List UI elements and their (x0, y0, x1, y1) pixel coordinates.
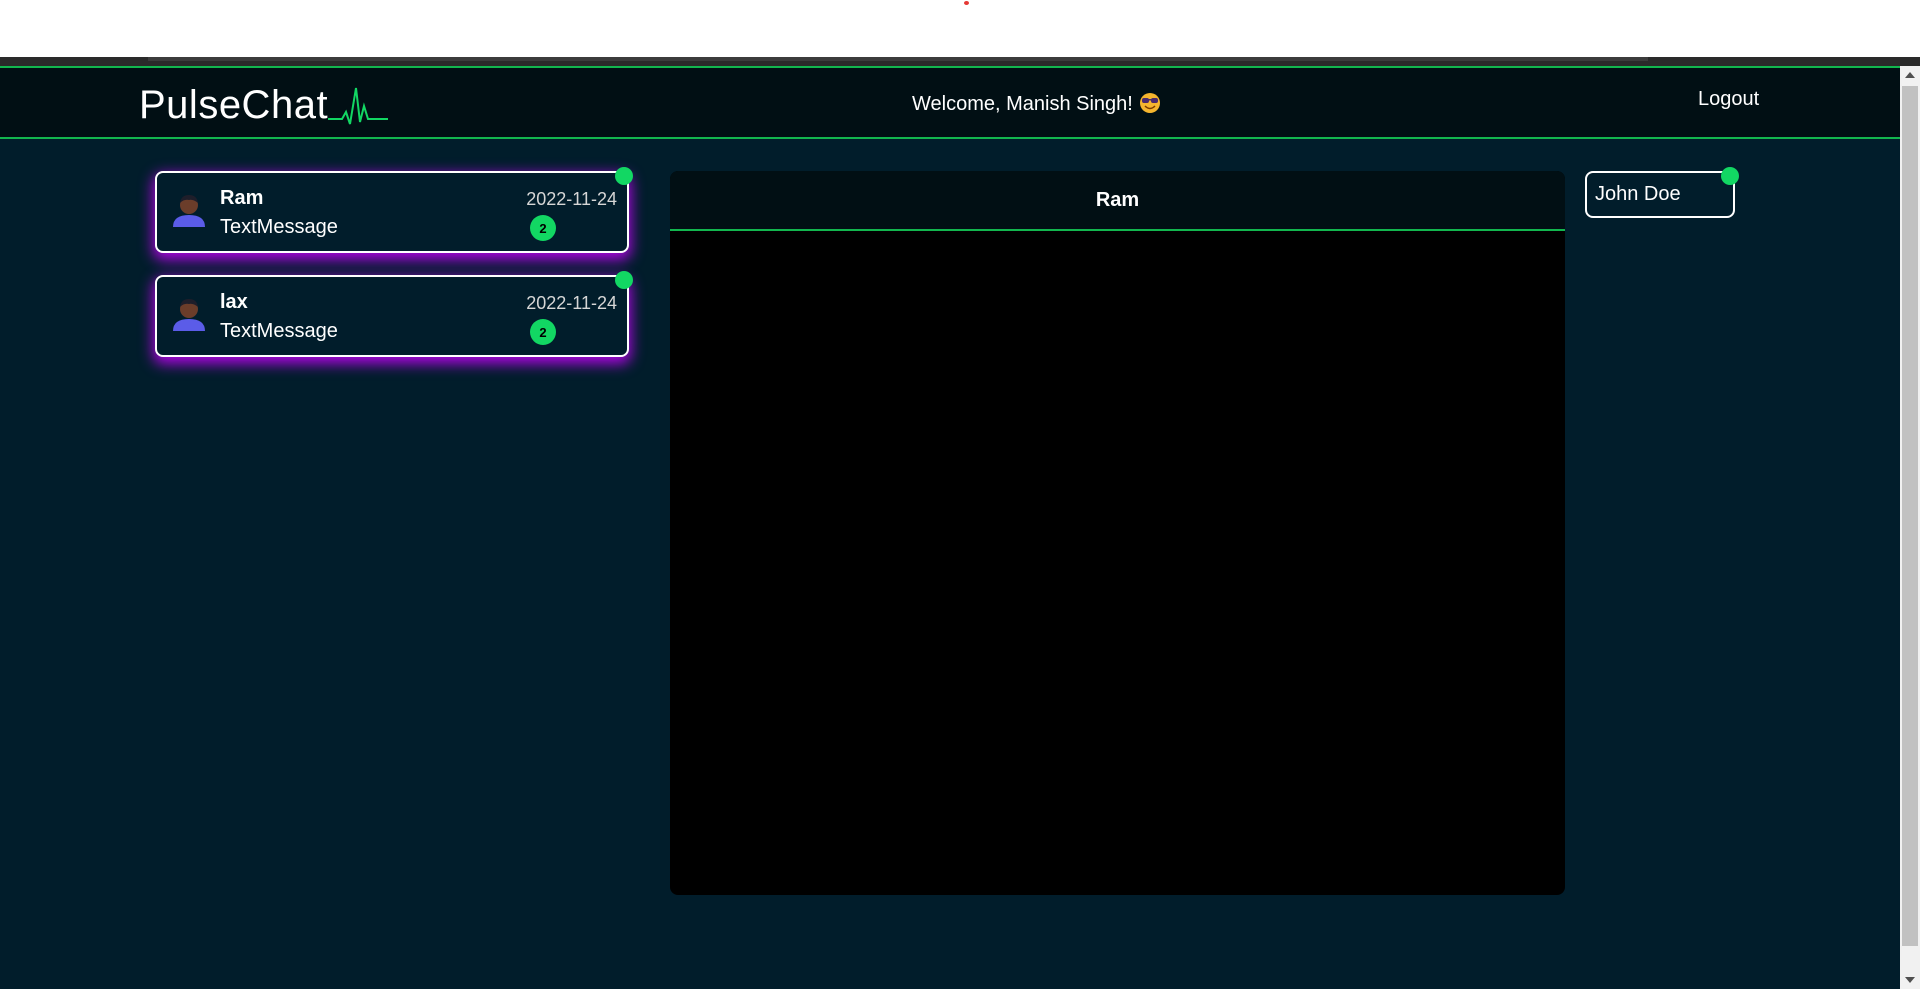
conversation-item-lax[interactable]: lax TextMessage 2022-11-24 2 (155, 271, 633, 357)
heartbeat-icon (328, 87, 389, 125)
conversation-date: 2022-11-24 (526, 189, 617, 209)
conversation-name: Ram (220, 187, 264, 209)
divider-inner (148, 57, 1648, 61)
online-status-dot (1721, 167, 1739, 185)
red-dot-indicator (964, 1, 969, 5)
conversation-last-message: TextMessage (220, 216, 338, 238)
app-root: PulseChat Welcome, Manish Singh! Logout … (0, 66, 1900, 989)
brand-name: PulseChat (139, 82, 329, 127)
chat-panel: Ram (670, 171, 1565, 895)
online-user-name: John Doe (1595, 183, 1681, 205)
scroll-up-icon[interactable] (1905, 72, 1915, 78)
conversation-last-message: TextMessage (220, 320, 338, 342)
scroll-down-icon[interactable] (1905, 977, 1915, 983)
chat-header: Ram (670, 171, 1565, 231)
conversation-date: 2022-11-24 (526, 293, 617, 313)
unread-count-badge: 2 (530, 319, 556, 345)
message-area[interactable] (670, 231, 1565, 895)
online-status-dot (615, 271, 633, 289)
online-status-dot (615, 167, 633, 185)
brand-logo[interactable]: PulseChat (139, 77, 389, 133)
navbar: PulseChat Welcome, Manish Singh! Logout (0, 66, 1900, 139)
vertical-scrollbar[interactable] (1900, 66, 1920, 989)
chat-title: Ram (1095, 188, 1140, 211)
unread-count-badge: 2 (530, 215, 556, 241)
scroll-thumb[interactable] (1902, 86, 1918, 946)
user-avatar-icon (173, 299, 205, 331)
welcome-message: Welcome, Manish Singh! (912, 92, 1161, 116)
sunglasses-emoji-icon (1139, 93, 1160, 113)
online-user-john-doe[interactable]: John Doe (1585, 167, 1739, 218)
conversation-name: lax (220, 291, 248, 313)
logout-button[interactable]: Logout (1698, 88, 1759, 111)
browser-top-strip (0, 0, 1920, 57)
user-avatar-icon (173, 195, 205, 227)
welcome-text: Welcome, Manish Singh! (912, 93, 1133, 115)
conversation-item-ram[interactable]: Ram TextMessage 2022-11-24 2 (155, 167, 633, 253)
